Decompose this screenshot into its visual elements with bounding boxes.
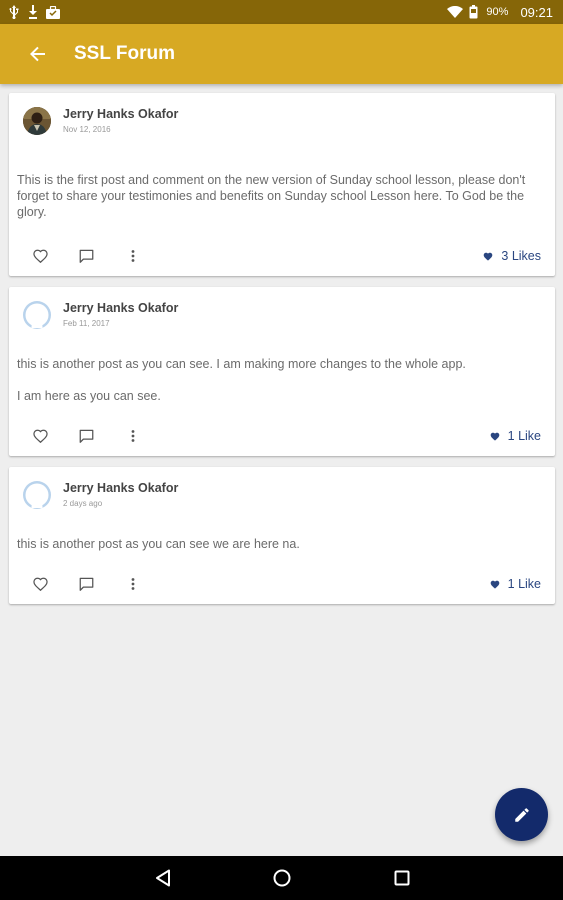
post-card: Jerry Hanks Okafor Feb 11, 2017 this is … [9, 287, 555, 456]
likes-label: 1 Like [507, 429, 541, 443]
post-body: this is another post as you can see. I a… [9, 330, 555, 404]
more-vert-icon [131, 250, 135, 262]
avatar[interactable] [23, 301, 51, 329]
likes-label: 3 Likes [501, 249, 541, 263]
post-date: Nov 12, 2016 [63, 125, 111, 134]
clock: 09:21 [520, 4, 553, 20]
author-block: Jerry Hanks Okafor Nov 12, 2016 [63, 107, 178, 135]
heart-outline-icon [32, 429, 48, 443]
comment-icon [79, 577, 94, 591]
heart-filled-icon [490, 580, 500, 589]
likes-label: 1 Like [507, 577, 541, 591]
author-name[interactable]: Jerry Hanks Okafor [63, 301, 178, 316]
square-recents-icon [394, 870, 410, 886]
heart-outline-icon [32, 577, 48, 591]
post-actions: 3 Likes [9, 236, 555, 276]
circle-home-icon [273, 869, 291, 887]
comment-button[interactable] [77, 429, 95, 443]
post-header: Jerry Hanks Okafor Nov 12, 2016 [9, 93, 555, 136]
status-right-icons: 90% 09:21 [447, 5, 553, 20]
post-actions: 1 Like [9, 416, 555, 456]
post-header: Jerry Hanks Okafor 2 days ago [9, 467, 555, 510]
post-body: this is another post as you can see we a… [9, 510, 555, 552]
more-options-button[interactable] [128, 430, 138, 442]
nav-home-button[interactable] [270, 866, 294, 890]
new-post-fab[interactable] [495, 788, 548, 841]
post-actions: 1 Like [9, 564, 555, 604]
more-options-button[interactable] [128, 250, 138, 262]
post-text: This is the first post and comment on th… [17, 173, 526, 219]
status-left-icons [8, 5, 60, 19]
post-date: 2 days ago [63, 499, 103, 508]
post-date: Feb 11, 2017 [63, 319, 110, 328]
heart-filled-icon [483, 252, 493, 261]
post-card: Jerry Hanks Okafor Nov 12, 2016 This is … [9, 93, 555, 276]
download-icon [28, 5, 38, 19]
post-text: I am here as you can see. [17, 389, 161, 403]
author-block: Jerry Hanks Okafor Feb 11, 2017 [63, 301, 178, 329]
usb-icon [8, 5, 20, 19]
more-options-button[interactable] [128, 578, 138, 590]
more-vert-icon [131, 430, 135, 442]
briefcase-icon [46, 5, 60, 19]
status-bar: 90% 09:21 [0, 0, 563, 24]
page-title: SSL Forum [74, 43, 175, 64]
comment-button[interactable] [77, 249, 95, 263]
back-button[interactable] [18, 34, 58, 74]
more-vert-icon [131, 578, 135, 590]
author-block: Jerry Hanks Okafor 2 days ago [63, 481, 178, 509]
wifi-icon [447, 6, 464, 18]
arrow-back-icon [30, 46, 46, 62]
post-text: this is another post as you can see we a… [17, 537, 300, 551]
post-card: Jerry Hanks Okafor 2 days ago this is an… [9, 467, 555, 604]
avatar[interactable] [23, 107, 51, 135]
post-feed: Jerry Hanks Okafor Nov 12, 2016 This is … [9, 93, 555, 615]
likes-count[interactable]: 1 Like [490, 577, 541, 591]
post-body: This is the first post and comment on th… [9, 136, 555, 220]
like-button[interactable] [31, 249, 49, 263]
comment-button[interactable] [77, 577, 95, 591]
likes-count[interactable]: 3 Likes [483, 249, 541, 263]
heart-outline-icon [32, 249, 48, 263]
battery-percent: 90% [486, 6, 509, 18]
comment-icon [79, 429, 94, 443]
likes-count[interactable]: 1 Like [490, 429, 541, 443]
post-text: this is another post as you can see. I a… [17, 357, 466, 371]
heart-filled-icon [490, 432, 500, 441]
app-bar: SSL Forum [0, 24, 563, 84]
like-button[interactable] [31, 577, 49, 591]
nav-back-button[interactable] [151, 866, 175, 890]
author-name[interactable]: Jerry Hanks Okafor [63, 481, 178, 496]
avatar[interactable] [23, 481, 51, 509]
nav-recents-button[interactable] [390, 866, 414, 890]
pencil-icon [513, 806, 531, 824]
system-nav-bar [0, 856, 563, 900]
triangle-back-icon [155, 869, 171, 887]
battery-icon [469, 5, 478, 19]
author-name[interactable]: Jerry Hanks Okafor [63, 107, 178, 122]
comment-icon [79, 249, 94, 263]
like-button[interactable] [31, 429, 49, 443]
post-header: Jerry Hanks Okafor Feb 11, 2017 [9, 287, 555, 330]
